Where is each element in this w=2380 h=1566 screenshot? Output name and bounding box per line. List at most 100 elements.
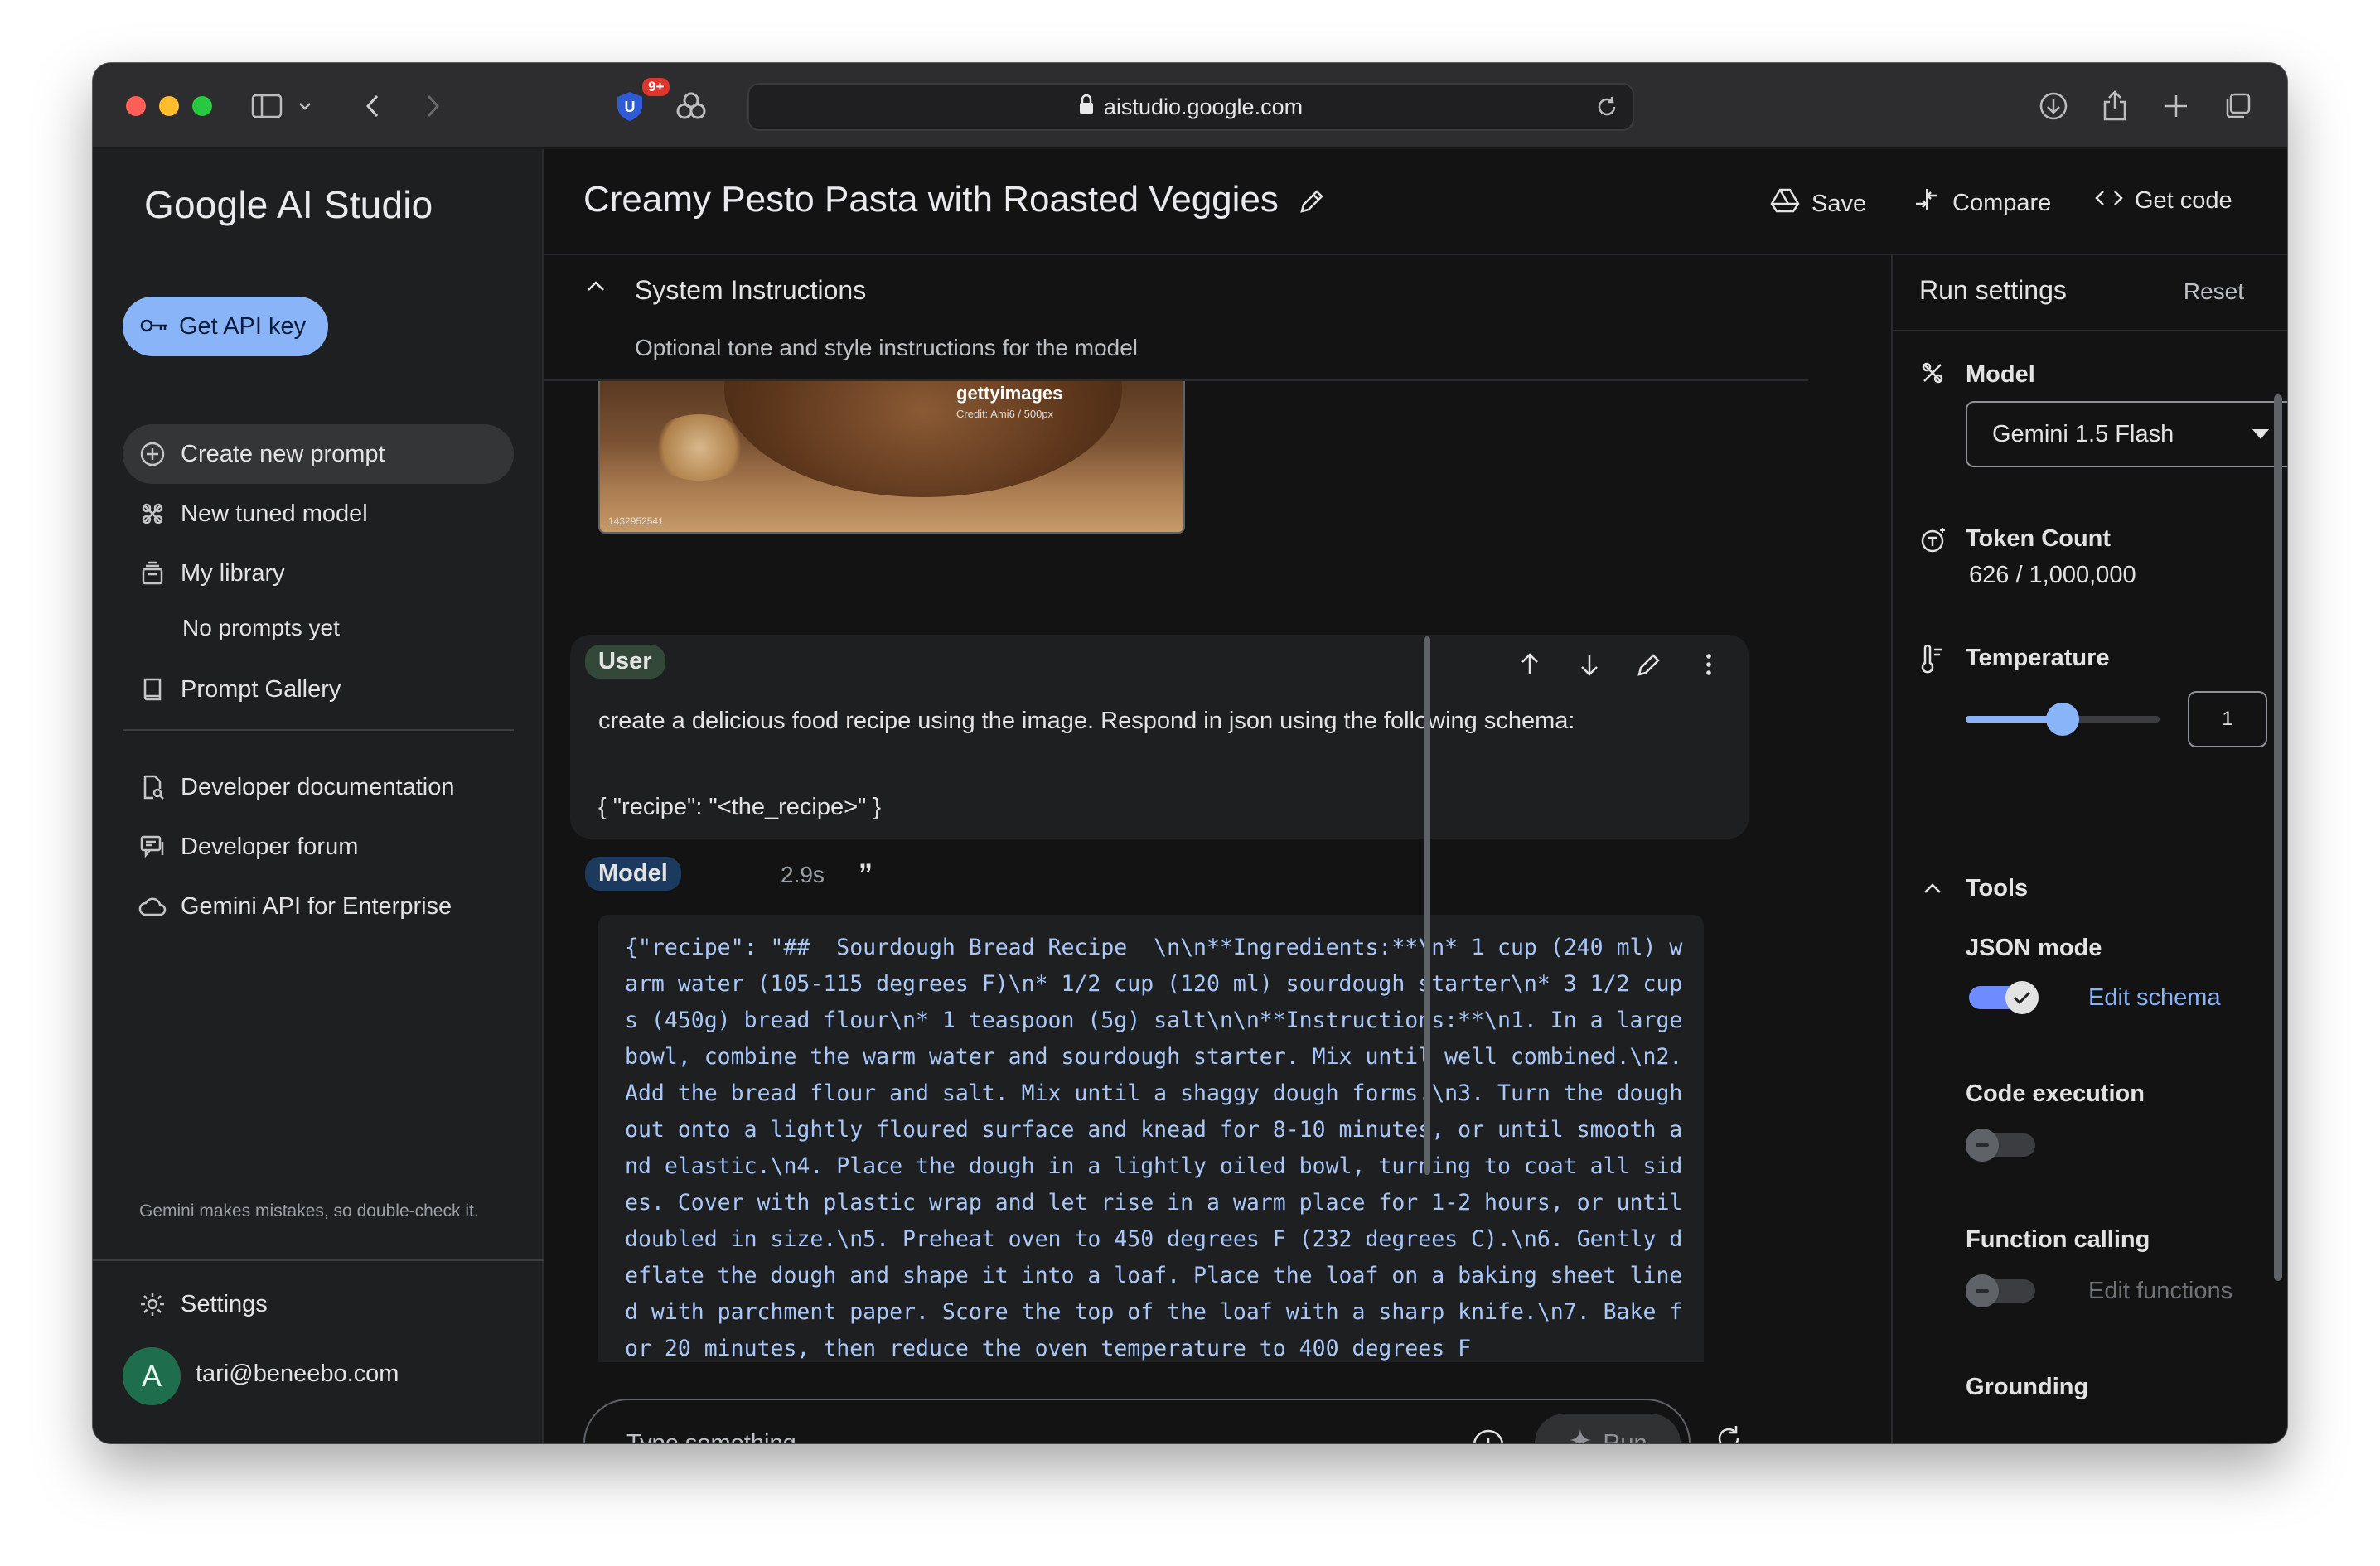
chevron-down-icon[interactable]: [288, 89, 322, 123]
zoom-window-button[interactable]: [192, 96, 212, 116]
chevron-up-icon[interactable]: [585, 278, 607, 297]
message-more-icon[interactable]: [1692, 648, 1725, 681]
reset-button[interactable]: Reset: [2184, 278, 2244, 305]
system-instructions-input[interactable]: Optional tone and style instructions for…: [635, 335, 1138, 361]
save-button[interactable]: Save: [1770, 187, 1866, 220]
svg-text:U: U: [625, 99, 636, 115]
chevron-up-icon[interactable]: [1923, 882, 1942, 899]
settings-scrollbar[interactable]: [2274, 394, 2282, 1281]
model-select[interactable]: Gemini 1.5 Flash: [1966, 401, 2287, 467]
settings-button[interactable]: Settings: [123, 1274, 514, 1334]
minimize-window-button[interactable]: [159, 96, 179, 116]
docs-icon: [138, 772, 167, 802]
sidebar-toggle-icon[interactable]: [250, 89, 283, 123]
add-media-icon[interactable]: [1472, 1428, 1505, 1443]
function-calling-label: Function calling: [1966, 1226, 2150, 1253]
sidebar-item-label: My library: [181, 559, 285, 587]
get-api-key-label: Get API key: [179, 312, 307, 340]
key-icon: [139, 313, 169, 341]
temperature-input[interactable]: 1: [2188, 691, 2267, 747]
reload-icon[interactable]: [1594, 94, 1619, 125]
compare-button[interactable]: Compare: [1913, 187, 2051, 219]
tune-icon: [138, 499, 167, 529]
dropdown-caret-icon: [2252, 429, 2269, 439]
cloud-icon: [138, 892, 167, 921]
temperature-slider[interactable]: [1966, 703, 2160, 736]
tools-label[interactable]: Tools: [1966, 875, 2028, 902]
code-execution-toggle[interactable]: [1966, 1129, 2035, 1162]
lock-icon: [1079, 94, 1094, 120]
model-select-value: Gemini 1.5 Flash: [1992, 420, 2174, 447]
move-down-icon[interactable]: [1573, 648, 1606, 681]
token-icon: [1919, 525, 1949, 559]
get-api-key-button[interactable]: Get API key: [123, 297, 328, 356]
user-email[interactable]: tari@beneebo.com: [196, 1361, 399, 1388]
get-code-button[interactable]: Get code: [2095, 187, 2232, 215]
edit-title-icon[interactable]: [1298, 187, 1326, 220]
run-button[interactable]: Run: [1535, 1414, 1681, 1443]
run-label: Run: [1603, 1429, 1647, 1444]
share-icon[interactable]: [2098, 89, 2131, 123]
json-mode-label: JSON mode: [1966, 935, 2102, 961]
edit-functions-link[interactable]: Edit functions: [2088, 1278, 2232, 1305]
system-instructions-title[interactable]: System Instructions: [635, 275, 866, 306]
chat-scrollbar[interactable]: [1424, 636, 1430, 1175]
prompt-input-placeholder: Type something: [626, 1430, 796, 1443]
sidebar-item-developer-forum[interactable]: Developer forum: [123, 817, 514, 877]
window-controls: [126, 96, 212, 116]
page-title: Creamy Pesto Pasta with Roasted Veggies: [583, 179, 1279, 220]
sidebar: Google AI Studio Get API key Create new …: [93, 149, 544, 1443]
plus-circle-icon: [138, 439, 167, 469]
close-window-button[interactable]: [126, 96, 146, 116]
shield-extension-icon[interactable]: U: [613, 89, 646, 123]
sidebar-item-new-tuned-model[interactable]: New tuned model: [123, 484, 514, 544]
uploaded-image[interactable]: gettyimages Credit: Ami6 / 500px 1432952…: [598, 381, 1185, 534]
code-execution-label: Code execution: [1966, 1080, 2145, 1107]
sidebar-item-label: Developer forum: [181, 833, 359, 860]
edit-message-icon[interactable]: [1633, 648, 1666, 681]
app-brand[interactable]: Google AI Studio: [144, 182, 433, 227]
edit-schema-link[interactable]: Edit schema: [2088, 984, 2221, 1012]
sidebar-item-developer-documentation[interactable]: Developer documentation: [123, 757, 514, 817]
prompt-input[interactable]: Type something Run: [583, 1399, 1691, 1443]
back-icon[interactable]: [356, 89, 389, 123]
section-divider: [1893, 330, 2287, 331]
run-settings-title: Run settings: [1919, 275, 2067, 305]
quote-icon[interactable]: ”: [859, 858, 873, 891]
address-bar[interactable]: aistudio.google.com: [747, 83, 1634, 131]
toggle-knob: [1966, 1274, 1999, 1307]
sidebar-divider: [93, 1259, 544, 1261]
sidebar-item-gemini-enterprise[interactable]: Gemini API for Enterprise: [123, 877, 514, 936]
toggle-knob: [1966, 1129, 1999, 1162]
extension-badge: 9+: [642, 78, 670, 96]
get-code-label: Get code: [2135, 187, 2232, 214]
move-up-icon[interactable]: [1513, 648, 1546, 681]
sidebar-item-prompt-gallery[interactable]: Prompt Gallery: [123, 660, 514, 719]
avatar[interactable]: A: [123, 1347, 181, 1405]
new-tab-icon[interactable]: [2160, 89, 2193, 123]
sidebar-item-create-new-prompt[interactable]: Create new prompt: [123, 424, 514, 484]
function-calling-toggle[interactable]: [1966, 1274, 2035, 1307]
sidebar-item-label: Prompt Gallery: [181, 675, 341, 703]
compare-icon: [1913, 187, 1941, 219]
disclaimer-text: Gemini makes mistakes, so double-check i…: [139, 1201, 479, 1220]
code-icon: [2095, 187, 2123, 215]
sidebar-item-label: New tuned model: [181, 500, 368, 527]
gear-icon: [138, 1289, 167, 1319]
extension-icon[interactable]: [675, 89, 708, 123]
json-mode-toggle[interactable]: [1969, 981, 2039, 1014]
browser-toolbar: U 9+ aistudio.google.com: [93, 63, 2287, 149]
slider-thumb[interactable]: [2046, 703, 2079, 736]
tab-overview-icon[interactable]: [2221, 89, 2254, 123]
model-label: Model: [1966, 361, 2035, 388]
sidebar-item-my-library[interactable]: My library: [123, 544, 514, 603]
sidebar-item-label: Create new prompt: [181, 440, 385, 467]
message-toolbar: [1513, 648, 1725, 681]
refresh-icon[interactable]: [1714, 1423, 1744, 1443]
toggle-knob: [2005, 981, 2039, 1014]
collapse-sidebar-icon[interactable]: [141, 1442, 157, 1443]
forward-icon[interactable]: [416, 89, 449, 123]
run-settings-panel: Run settings Reset Model Gemini 1.5 Flas…: [1891, 255, 2287, 1443]
downloads-icon[interactable]: [2037, 89, 2070, 123]
no-prompts-text: No prompts yet: [182, 615, 340, 640]
